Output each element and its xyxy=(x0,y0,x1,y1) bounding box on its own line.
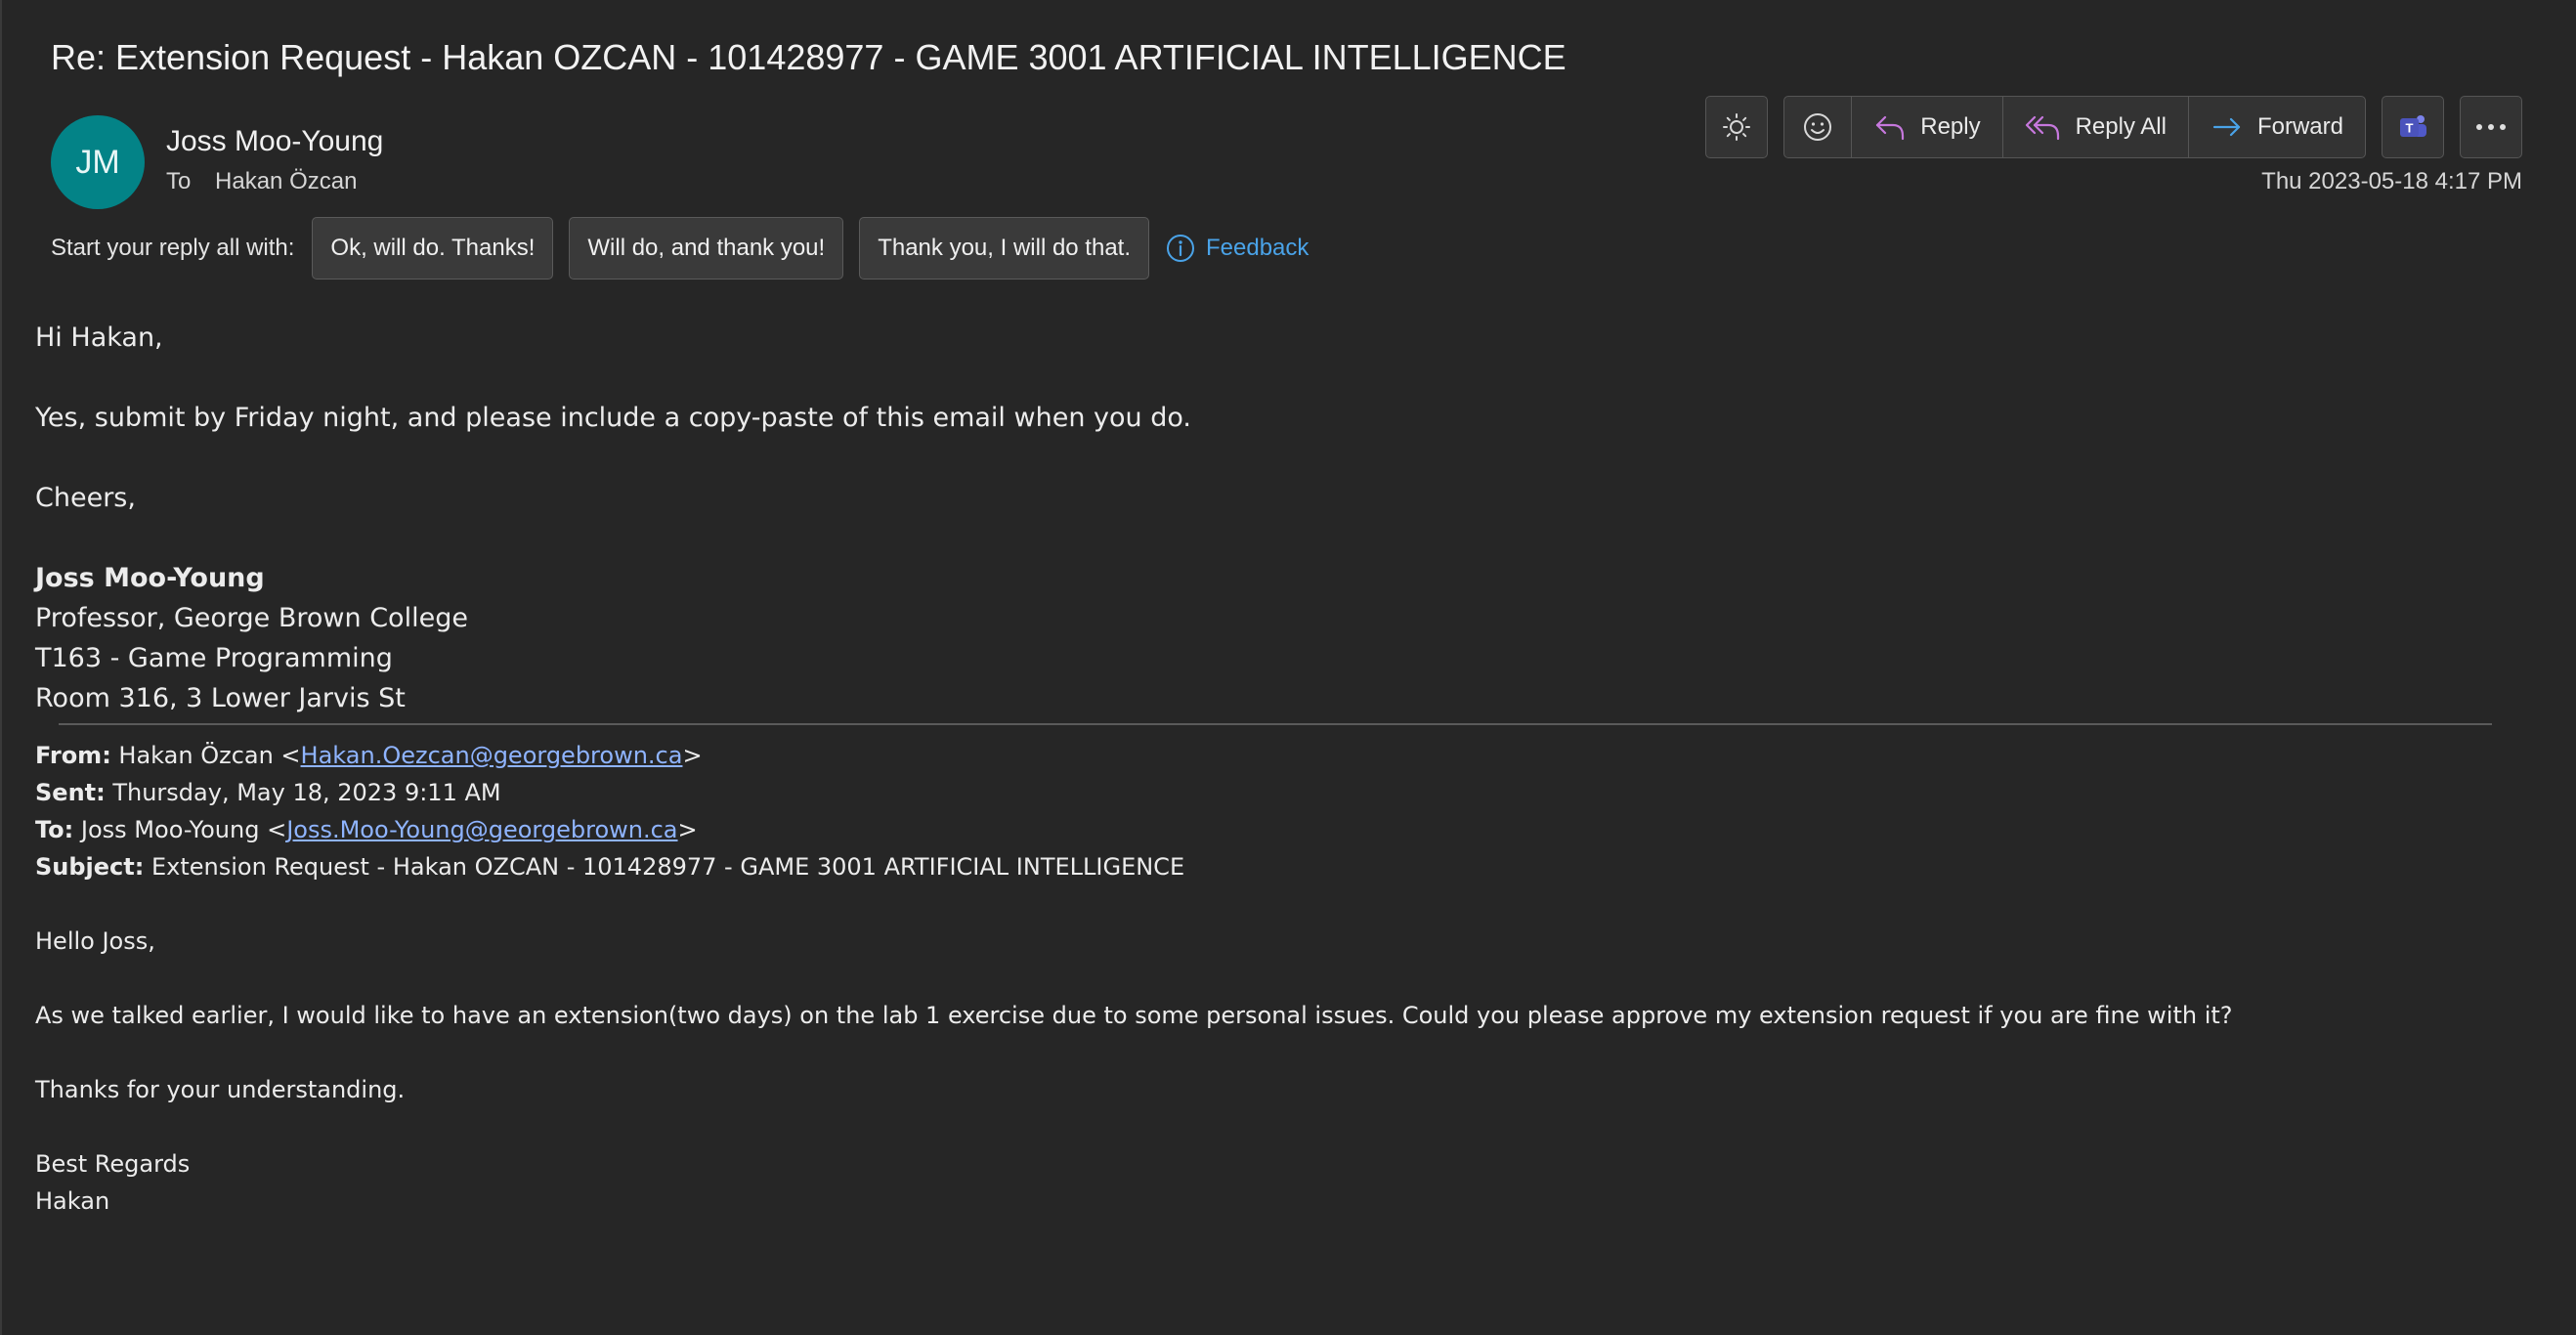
reply-button[interactable]: Reply xyxy=(1852,97,2003,157)
suggested-replies-label: Start your reply all with: xyxy=(51,235,295,261)
suggested-reply-chip[interactable]: Ok, will do. Thanks! xyxy=(312,217,554,280)
quoted-thanks: Thanks for your understanding. xyxy=(35,1076,406,1103)
sender-name[interactable]: Joss Moo-Young xyxy=(166,125,383,158)
reply-arrow-icon xyxy=(1876,115,1905,141)
quoted-from-close: > xyxy=(682,742,703,769)
signature-title: Professor, George Brown College xyxy=(35,603,468,633)
svg-text:T: T xyxy=(2406,121,2414,136)
brightness-toggle-button[interactable] xyxy=(1705,96,1769,158)
quoted-from-email-link[interactable]: Hakan.Oezcan@georgebrown.ca xyxy=(301,742,683,769)
smiley-icon xyxy=(1804,113,1832,141)
quoted-text: As we talked earlier, I would like to ha… xyxy=(35,1002,2233,1029)
body-text: Yes, submit by Friday night, and please … xyxy=(35,403,1191,433)
quoted-divider xyxy=(59,723,2492,725)
sun-icon xyxy=(1723,113,1751,141)
ellipsis-icon xyxy=(2476,124,2506,130)
signature-department: T163 - Game Programming xyxy=(35,643,393,673)
teams-icon: T xyxy=(2400,115,2426,137)
forward-arrow-icon xyxy=(2212,117,2241,137)
quoted-to-email-link[interactable]: Joss.Moo-Young@georgebrown.ca xyxy=(286,816,677,843)
quoted-subject: Subject: Extension Request - Hakan OZCAN… xyxy=(35,848,2233,885)
suggested-reply-chip[interactable]: Will do, and thank you! xyxy=(569,217,844,280)
signature-name: Joss Moo-Young xyxy=(35,563,265,593)
reply-label: Reply xyxy=(1920,113,1981,140)
quoted-name: Hakan xyxy=(35,1187,110,1215)
quoted-sent: Sent: Thursday, May 18, 2023 9:11 AM xyxy=(35,774,2233,811)
quoted-from-name: Hakan Özcan < xyxy=(110,742,301,769)
quoted-to-name: Joss Moo-Young < xyxy=(73,816,287,843)
reading-pane: Re: Extension Request - Hakan OZCAN - 10… xyxy=(0,0,2576,1335)
quoted-from-label: From: xyxy=(35,742,111,769)
avatar-initials: JM xyxy=(75,143,120,181)
quoted-message: From: Hakan Özcan <Hakan.Oezcan@georgebr… xyxy=(35,737,2233,1220)
body-signoff: Cheers, xyxy=(35,483,136,513)
quoted-subject-value: Extension Request - Hakan OZCAN - 101428… xyxy=(144,853,1185,881)
info-icon xyxy=(1167,235,1194,262)
message-toolbar: Reply Reply All Forward T xyxy=(1705,96,2522,158)
quoted-sent-value: Thursday, May 18, 2023 9:11 AM xyxy=(105,779,501,806)
sender-avatar[interactable]: JM xyxy=(51,115,145,209)
message-body: Hi Hakan, Yes, submit by Friday night, a… xyxy=(35,318,1191,718)
suggested-reply-chip[interactable]: Thank you, I will do that. xyxy=(859,217,1149,280)
reply-all-arrow-icon xyxy=(2025,115,2059,141)
quoted-sent-label: Sent: xyxy=(35,779,106,806)
reply-all-label: Reply All xyxy=(2075,113,2167,140)
more-actions-button[interactable] xyxy=(2460,96,2522,158)
emoji-reaction-button[interactable] xyxy=(1784,97,1853,157)
quoted-regards: Best Regards xyxy=(35,1150,191,1178)
quoted-to-label: To: xyxy=(35,816,74,843)
quoted-subject-label: Subject: xyxy=(35,853,145,881)
feedback-label: Feedback xyxy=(1206,235,1309,261)
feedback-link[interactable]: Feedback xyxy=(1165,233,1309,264)
message-subject: Re: Extension Request - Hakan OZCAN - 10… xyxy=(51,37,1567,77)
quoted-greeting: Hello Joss, xyxy=(35,927,155,955)
forward-button[interactable]: Forward xyxy=(2189,97,2365,157)
quoted-from: From: Hakan Özcan <Hakan.Oezcan@georgebr… xyxy=(35,737,2233,774)
quoted-to: To: Joss Moo-Young <Joss.Moo-Young@georg… xyxy=(35,811,2233,848)
teams-share-button[interactable]: T xyxy=(2382,96,2444,158)
body-greeting: Hi Hakan, xyxy=(35,323,163,353)
reply-all-button[interactable]: Reply All xyxy=(2003,97,2189,157)
to-label: To xyxy=(166,168,192,194)
quoted-to-close: > xyxy=(677,816,698,843)
signature-room: Room 316, 3 Lower Jarvis St xyxy=(35,683,406,713)
suggested-replies: Start your reply all with: Ok, will do. … xyxy=(51,217,1309,280)
recipient-name[interactable]: Hakan Özcan xyxy=(215,168,357,194)
recipient-line: To Hakan Özcan xyxy=(166,168,357,195)
forward-label: Forward xyxy=(2256,113,2343,140)
message-date: Thu 2023-05-18 4:17 PM xyxy=(2261,168,2522,194)
reply-actions-group: Reply Reply All Forward xyxy=(1783,96,2366,158)
